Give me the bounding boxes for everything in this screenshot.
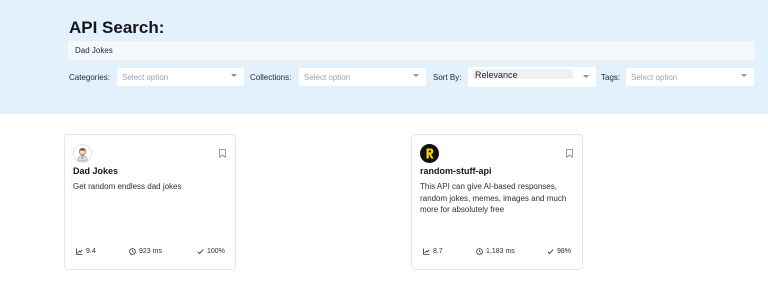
api-description: This API can give AI-based responses, ra… [420,182,567,214]
chevron-down-icon [413,74,419,77]
search-panel: API Search: Dad Jokes Categories: Select… [0,0,768,114]
api-card-random-stuff-api[interactable]: random-stuff-api This API can give AI-ba… [411,134,583,270]
tags-placeholder: Select option [631,73,678,82]
sort-label: Sort By: [433,73,462,82]
success-value: 98% [557,248,572,255]
api-description: Get random endless dad jokes [73,182,182,191]
tags-select[interactable]: Select option [626,68,754,86]
dad-face-icon [73,144,92,163]
api-card-dad-jokes[interactable]: Dad Jokes Get random endless dad jokes 9… [64,134,236,270]
bookmark-icon[interactable] [566,149,573,158]
latency-value: 923 ms [139,248,162,255]
r-letter-logo [420,144,439,163]
chevron-down-icon [583,75,589,78]
check-icon [197,249,204,255]
bookmark-icon[interactable] [219,149,226,158]
api-title: Dad Jokes [73,166,119,176]
sort-value: Relevance [475,70,518,80]
collections-select[interactable]: Select option [299,68,426,86]
popularity-stat: 9.4 [76,248,96,255]
clock-icon [129,248,136,255]
popularity-stat: 8.7 [423,248,443,255]
tags-label: Tags: [601,73,621,82]
latency-stat: 1,183 ms [476,248,515,255]
api-title: random-stuff-api [420,166,492,176]
collections-placeholder: Select option [304,73,351,82]
latency-stat: 923 ms [129,248,162,255]
chevron-down-icon [741,74,747,77]
popularity-value: 9.4 [86,248,96,255]
sort-select[interactable]: Relevance [468,67,596,87]
trend-up-icon [423,248,430,255]
categories-select[interactable]: Select option [117,68,244,86]
categories-label: Categories: [69,73,110,82]
clock-icon [476,248,483,255]
success-value: 100% [207,248,225,255]
check-icon [547,249,554,255]
popularity-value: 8.7 [433,248,443,255]
trend-up-icon [76,248,83,255]
search-input[interactable]: Dad Jokes [68,41,755,60]
latency-value: 1,183 ms [486,248,515,255]
collections-label: Collections: [250,73,292,82]
success-stat: 100% [197,248,225,255]
chevron-down-icon [231,74,237,77]
page-title: API Search: [69,18,165,37]
categories-placeholder: Select option [122,73,169,82]
success-stat: 98% [547,248,571,255]
